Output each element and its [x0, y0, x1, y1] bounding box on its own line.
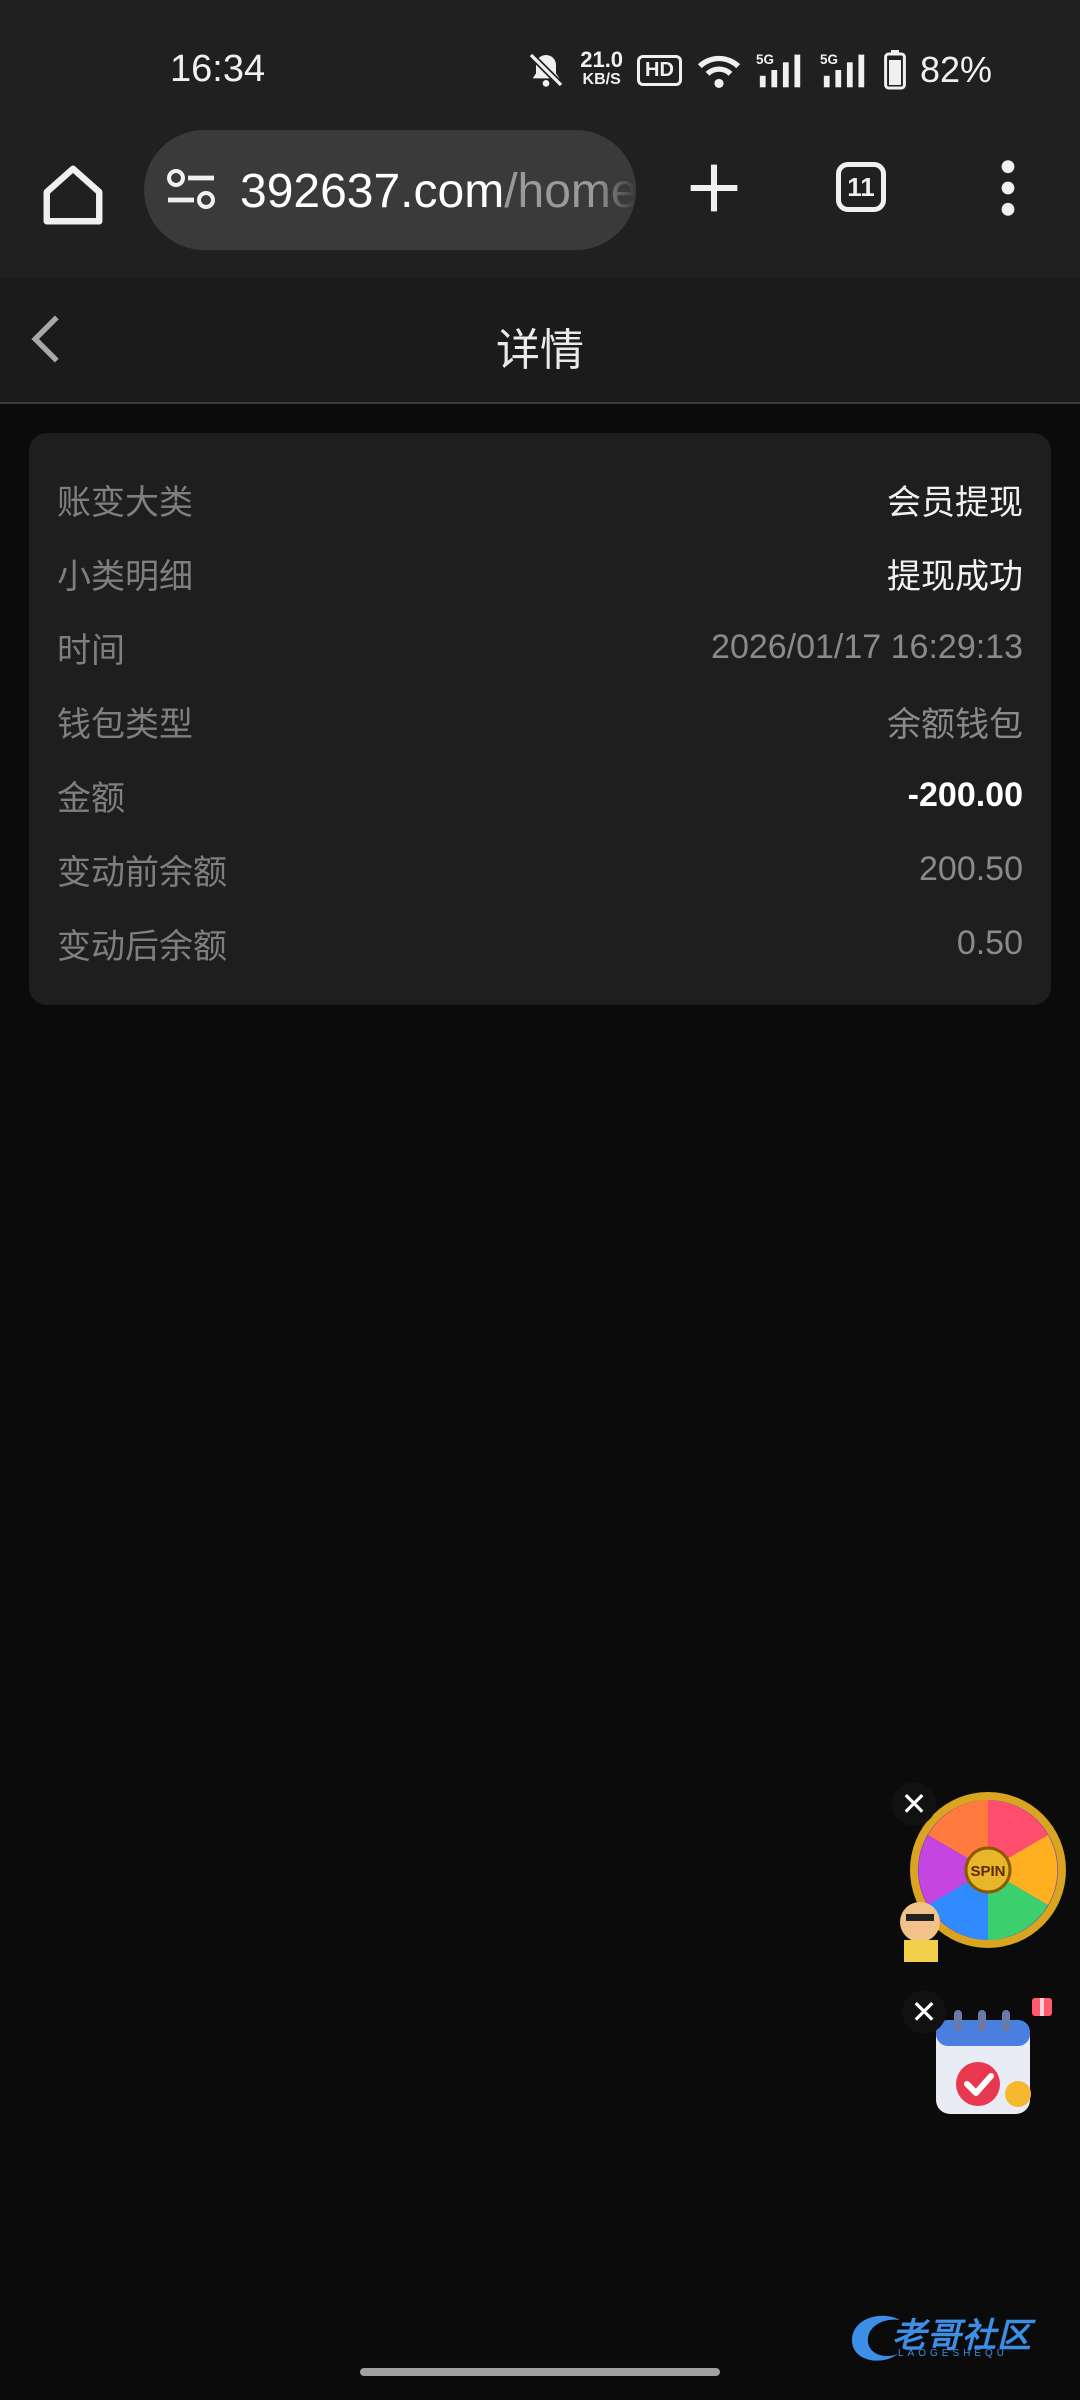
- page-header: 详情: [0, 278, 1080, 404]
- svg-text:5G: 5G: [756, 52, 774, 67]
- detail-row-time: 时间 2026/01/17 16:29:13: [57, 617, 1023, 677]
- detail-value: 余额钱包: [887, 705, 1023, 744]
- spin-label: SPIN: [970, 1863, 1005, 1880]
- more-vert-icon: [1001, 160, 1015, 216]
- home-icon: [43, 165, 103, 225]
- more-menu-button[interactable]: [990, 156, 1026, 220]
- battery-percent: 82%: [919, 49, 992, 90]
- url-domain: 392637.com: [240, 165, 505, 218]
- new-tab-button[interactable]: [686, 160, 742, 216]
- detail-value: 200.50: [919, 849, 1023, 888]
- detail-label: 变动后余额: [57, 927, 227, 966]
- close-icon: ✕: [910, 1994, 938, 2030]
- detail-label: 钱包类型: [57, 705, 193, 744]
- detail-row-subcategory: 小类明细 提现成功: [57, 543, 1023, 603]
- page-title: 详情: [496, 326, 584, 375]
- url-fade: [596, 130, 636, 250]
- detail-label: 小类明细: [57, 557, 193, 596]
- detail-row-wallet-type: 钱包类型 余额钱包: [57, 691, 1023, 751]
- status-bar: 16:34 21.0 KB/S HD 5G 5G 82%: [0, 0, 1080, 130]
- close-calendar-widget-button[interactable]: ✕: [902, 1990, 946, 2034]
- detail-value: 0.50: [956, 923, 1023, 962]
- close-icon: ✕: [900, 1786, 928, 1822]
- detail-row-balance-before: 变动前余额 200.50: [57, 839, 1023, 899]
- home-button[interactable]: [38, 160, 108, 230]
- net-speed-value: 21.0: [580, 47, 624, 72]
- detail-row-amount: 金额 -200.00: [57, 765, 1023, 825]
- hd-voice-badge: HD: [637, 54, 682, 86]
- signal-icon: 5G: [756, 50, 806, 90]
- gesture-navigation-bar[interactable]: [360, 2368, 720, 2376]
- wifi-icon: [696, 50, 742, 90]
- plus-icon: [690, 164, 738, 212]
- detail-value: 会员提现: [887, 483, 1023, 522]
- address-bar[interactable]: 392637.com/home: [144, 130, 636, 250]
- spin-wheel-widget[interactable]: SPIN ✕: [892, 1782, 1068, 1962]
- tab-count: 11: [847, 171, 875, 202]
- battery-icon: [884, 50, 906, 90]
- transaction-detail-card: 账变大类 会员提现 小类明细 提现成功 时间 2026/01/17 16:29:…: [29, 433, 1051, 1005]
- detail-row-category: 账变大类 会员提现: [57, 469, 1023, 529]
- browser-toolbar: 392637.com/home 11: [0, 130, 1080, 278]
- bell-off-icon: [526, 50, 566, 90]
- site-settings-icon[interactable]: [166, 168, 216, 212]
- checkin-calendar-widget[interactable]: ✕: [902, 1990, 1062, 2130]
- watermark: 老哥社区 LAOGESHEQU: [842, 2300, 1072, 2370]
- close-spin-widget-button[interactable]: ✕: [892, 1782, 936, 1826]
- detail-label: 账变大类: [57, 483, 193, 522]
- status-icons: 21.0 KB/S HD 5G 5G 82%: [526, 40, 992, 100]
- url-text[interactable]: 392637.com/home: [240, 164, 636, 219]
- tab-switcher-button[interactable]: 11: [836, 162, 886, 212]
- status-time: 16:34: [170, 48, 266, 90]
- signal-icon-2: 5G: [820, 50, 870, 90]
- network-speed: 21.0 KB/S: [580, 47, 624, 90]
- svg-text:5G: 5G: [820, 52, 838, 67]
- detail-label: 时间: [57, 631, 125, 670]
- detail-label: 金额: [57, 779, 125, 818]
- net-speed-unit: KB/S: [582, 71, 621, 88]
- detail-value: 提现成功: [887, 557, 1023, 596]
- detail-value: -200.00: [907, 775, 1023, 814]
- detail-row-balance-after: 变动后余额 0.50: [57, 913, 1023, 973]
- detail-label: 变动前余额: [57, 853, 227, 892]
- detail-value: 2026/01/17 16:29:13: [711, 627, 1023, 666]
- watermark-subtext: LAOGESHEQU: [898, 2348, 1009, 2359]
